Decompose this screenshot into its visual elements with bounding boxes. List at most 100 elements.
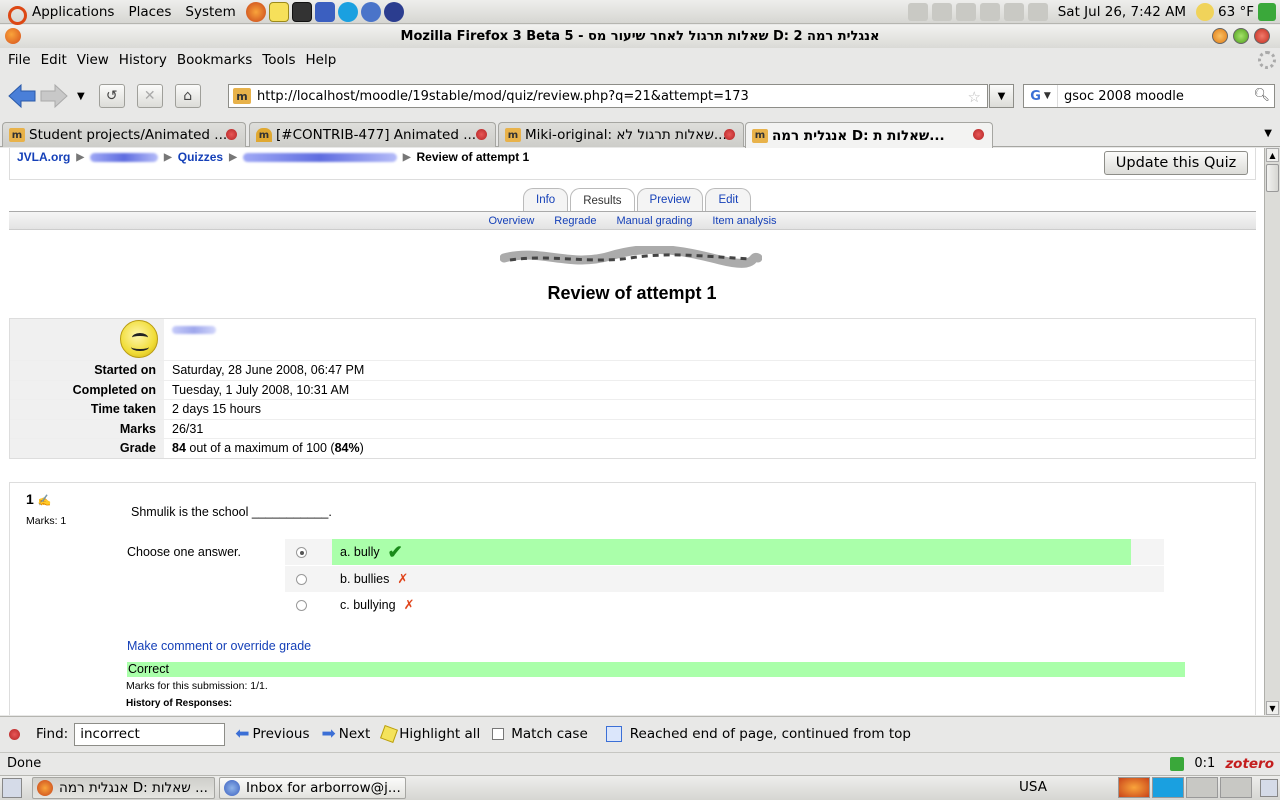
comment-override-link[interactable]: Make comment or override grade xyxy=(127,639,311,653)
zotero-button[interactable]: zotero xyxy=(1225,756,1274,772)
close-window-button[interactable] xyxy=(1254,28,1270,44)
maximize-button[interactable] xyxy=(1233,28,1249,44)
thunderbird-launcher-icon[interactable] xyxy=(360,1,381,22)
subtab-manual-grading[interactable]: Manual grading xyxy=(617,215,693,227)
tab-list-dropdown-icon[interactable]: ▼ xyxy=(1264,128,1272,139)
workspace-4[interactable] xyxy=(1220,777,1252,798)
time-taken-row: Time taken 2 days 15 hours xyxy=(10,399,1255,419)
tab-current-quiz[interactable]: m אנגלית רמה D: שאלות ת... xyxy=(745,122,993,148)
url-bar[interactable]: m http://localhost/moodle/19stable/mod/q… xyxy=(228,84,988,108)
avatar[interactable] xyxy=(120,320,158,358)
breadcrumb-quizzes-link[interactable]: Quizzes xyxy=(178,150,223,164)
minimize-button[interactable] xyxy=(1212,28,1228,44)
tab-contrib-477[interactable]: m [#CONTRIB-477] Animated ... xyxy=(249,122,496,147)
tab-student-projects[interactable]: m Student projects/Animated ... xyxy=(2,122,246,147)
search-tray-icon[interactable] xyxy=(955,2,976,21)
menu-history[interactable]: History xyxy=(114,52,172,68)
keyboard-layout[interactable]: USA xyxy=(1019,779,1047,795)
previous-arrow-icon: ⬅ xyxy=(235,724,250,744)
search-engine-selector[interactable]: G ▼ xyxy=(1024,85,1058,107)
reload-button[interactable]: ↺ xyxy=(98,84,125,108)
answer-option-a[interactable]: a. bully ✔ xyxy=(285,539,1164,565)
trash-icon[interactable] xyxy=(1260,779,1278,797)
search-bar[interactable]: G ▼ gsoc 2008 moodle 🔍︎ xyxy=(1023,84,1275,108)
home-button[interactable]: ⌂ xyxy=(174,84,201,108)
workspace-1-firefox-icon[interactable] xyxy=(1118,777,1150,798)
edit-question-icon[interactable]: ✍ xyxy=(38,495,52,507)
firefox-window-icon[interactable] xyxy=(5,28,21,44)
scroll-up-icon[interactable]: ▲ xyxy=(1266,148,1279,162)
user-name-redacted[interactable] xyxy=(172,326,216,334)
find-next-button[interactable]: ➡ Next xyxy=(322,724,371,744)
menu-edit[interactable]: Edit xyxy=(36,52,72,68)
page-check-icon[interactable] xyxy=(1170,756,1185,771)
skype-launcher-icon[interactable] xyxy=(337,1,358,22)
device-tray-icon[interactable] xyxy=(979,2,1000,21)
breadcrumb-course-redacted[interactable] xyxy=(90,152,159,162)
taskbar-thunderbird-window[interactable]: Inbox for arborrow@j... xyxy=(219,777,406,799)
eclipse-launcher-icon[interactable] xyxy=(383,1,404,22)
network-launcher-icon[interactable] xyxy=(314,1,335,22)
close-tab-icon[interactable] xyxy=(724,129,735,140)
menu-bookmarks[interactable]: Bookmarks xyxy=(172,52,257,68)
forward-button[interactable] xyxy=(39,82,69,110)
subtab-item-analysis[interactable]: Item analysis xyxy=(712,215,776,227)
close-findbar-icon[interactable] xyxy=(9,728,20,740)
close-tab-icon[interactable] xyxy=(476,129,487,140)
clock[interactable]: Sat Jul 26, 7:42 AM xyxy=(1058,4,1186,20)
find-input[interactable] xyxy=(74,722,226,746)
vertical-scrollbar[interactable]: ▲ ▼ xyxy=(1264,148,1280,715)
show-desktop-icon[interactable] xyxy=(2,778,22,798)
breadcrumb-quiz-redacted[interactable] xyxy=(242,152,397,162)
back-button[interactable] xyxy=(7,82,37,110)
logout-icon[interactable] xyxy=(1258,2,1276,21)
tab-label: Student projects/Animated ... xyxy=(29,127,228,143)
close-tab-icon[interactable] xyxy=(973,129,984,140)
update-quiz-button[interactable]: Update this Quiz xyxy=(1104,151,1248,175)
url-history-dropdown[interactable]: ▼ xyxy=(989,84,1014,108)
completed-value: Tuesday, 1 July 2008, 10:31 AM xyxy=(172,382,350,397)
temperature[interactable]: 63 °F xyxy=(1218,4,1254,20)
scroll-down-icon[interactable]: ▼ xyxy=(1266,701,1279,715)
stop-button[interactable]: ✕ xyxy=(136,84,163,108)
workspace-switcher[interactable] xyxy=(1118,777,1252,798)
answer-radio-b[interactable] xyxy=(296,573,307,585)
notes-launcher-icon[interactable] xyxy=(268,1,289,22)
answer-option-b[interactable]: b. bullies ✗ xyxy=(285,566,1164,592)
workspace-2-skype-icon[interactable] xyxy=(1152,777,1184,798)
tab-info[interactable]: Info xyxy=(523,188,569,211)
firefox-launcher-icon[interactable] xyxy=(245,1,266,22)
tab-preview[interactable]: Preview xyxy=(636,188,704,211)
highlight-all-button[interactable]: Highlight all xyxy=(380,725,480,743)
terminal-launcher-icon[interactable] xyxy=(291,1,312,22)
scroll-thumb[interactable] xyxy=(1266,164,1279,192)
volume-icon[interactable] xyxy=(1027,2,1048,21)
tab-results[interactable]: Results xyxy=(570,188,635,212)
applications-menu[interactable]: Applications xyxy=(0,2,124,25)
network-signal-icon[interactable] xyxy=(1003,2,1024,21)
menu-tools[interactable]: Tools xyxy=(257,52,300,68)
search-icon[interactable]: 🔍︎ xyxy=(1253,88,1270,103)
clock-applet-icon[interactable] xyxy=(907,2,928,21)
tab-edit[interactable]: Edit xyxy=(705,188,752,211)
tab-miki-original[interactable]: m Miki-original: שאלות תרגול לא... xyxy=(498,122,744,147)
answer-radio-c[interactable] xyxy=(296,599,307,611)
places-menu[interactable]: Places xyxy=(124,4,181,20)
update-icon[interactable] xyxy=(931,2,952,21)
menu-help[interactable]: Help xyxy=(301,52,342,68)
subtab-overview[interactable]: Overview xyxy=(488,215,534,227)
subtab-regrade[interactable]: Regrade xyxy=(554,215,596,227)
find-previous-button[interactable]: ⬅ Previous xyxy=(235,724,309,744)
workspace-3[interactable] xyxy=(1186,777,1218,798)
history-dropdown-icon[interactable]: ▼ xyxy=(77,91,85,102)
match-case-checkbox[interactable]: Match case xyxy=(492,726,588,742)
breadcrumb-home-link[interactable]: JVLA.org xyxy=(17,150,70,164)
answer-radio-a[interactable] xyxy=(296,546,307,558)
system-menu[interactable]: System xyxy=(181,4,245,20)
menu-file[interactable]: File xyxy=(3,52,36,68)
answer-option-c[interactable]: c. bullying ✗ xyxy=(285,592,1164,618)
menu-view[interactable]: View xyxy=(72,52,114,68)
bookmark-star-icon[interactable]: ☆ xyxy=(968,88,981,106)
taskbar-firefox-window[interactable]: אנגלית רמה D: שאלות ... xyxy=(32,777,215,799)
close-tab-icon[interactable] xyxy=(226,129,237,140)
